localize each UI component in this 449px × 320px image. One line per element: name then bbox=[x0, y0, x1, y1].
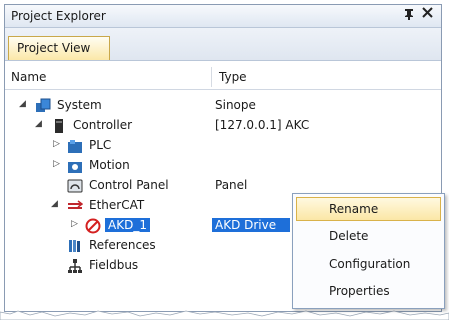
expanded-arrow-icon[interactable]: ◢ bbox=[35, 119, 42, 129]
tree-label: Controller bbox=[73, 118, 133, 132]
tree-label: PLC bbox=[89, 138, 112, 152]
tree-row-controller[interactable]: ◢ Controller [127.0.0.1] AKC bbox=[5, 116, 441, 136]
menu-item-rename[interactable]: Rename bbox=[296, 197, 441, 221]
controller-icon bbox=[51, 118, 67, 134]
context-menu: Rename Delete Configuration Properties bbox=[292, 193, 445, 309]
tree-type: AKD Drive bbox=[212, 218, 290, 232]
expanded-arrow-icon[interactable]: ◢ bbox=[51, 199, 58, 209]
collapsed-arrow-icon[interactable]: ▷ bbox=[53, 139, 60, 149]
references-icon bbox=[67, 238, 83, 254]
collapsed-arrow-icon[interactable]: ▷ bbox=[71, 219, 78, 229]
tree-label: System bbox=[57, 98, 102, 112]
fieldbus-icon bbox=[67, 258, 83, 274]
collapsed-arrow-icon[interactable]: ▷ bbox=[53, 159, 60, 169]
tree-label: Control Panel bbox=[89, 178, 169, 192]
panel-titlebar: Project Explorer bbox=[5, 5, 441, 28]
tree-label: EtherCAT bbox=[89, 198, 145, 212]
tree-type: [127.0.0.1] AKC bbox=[215, 118, 310, 132]
tab-project-view[interactable]: Project View bbox=[8, 36, 110, 60]
tree-label: AKD_1 bbox=[105, 218, 150, 232]
tree-row-motion[interactable]: ▷ Motion bbox=[5, 156, 441, 176]
column-separator[interactable] bbox=[211, 67, 212, 87]
control-panel-icon bbox=[67, 178, 83, 194]
close-icon[interactable] bbox=[422, 7, 433, 22]
disabled-icon bbox=[85, 218, 101, 234]
menu-item-delete[interactable]: Delete bbox=[296, 224, 441, 248]
pin-icon[interactable] bbox=[403, 8, 415, 23]
ethercat-icon bbox=[67, 198, 84, 214]
tree-label: Motion bbox=[89, 158, 130, 172]
plc-icon bbox=[67, 138, 83, 154]
panel-title: Project Explorer bbox=[11, 9, 106, 23]
column-header-type[interactable]: Type bbox=[219, 70, 247, 84]
motion-icon bbox=[67, 158, 83, 174]
expanded-arrow-icon[interactable]: ◢ bbox=[19, 99, 26, 109]
menu-item-properties[interactable]: Properties bbox=[296, 279, 441, 303]
tree-type: Sinope bbox=[215, 98, 256, 112]
column-headers: Name Type bbox=[5, 65, 441, 90]
menu-item-configuration[interactable]: Configuration bbox=[296, 252, 441, 276]
tree-row-system[interactable]: ◢ System Sinope bbox=[5, 96, 441, 116]
tree-label: References bbox=[89, 238, 156, 252]
column-header-name[interactable]: Name bbox=[11, 70, 46, 84]
tree-type: Panel bbox=[215, 178, 248, 192]
torn-edge bbox=[0, 310, 449, 320]
tab-strip: Project View bbox=[5, 28, 441, 61]
system-icon bbox=[35, 98, 51, 114]
tree-row-plc[interactable]: ▷ PLC bbox=[5, 136, 441, 156]
tree-label: Fieldbus bbox=[89, 258, 139, 272]
